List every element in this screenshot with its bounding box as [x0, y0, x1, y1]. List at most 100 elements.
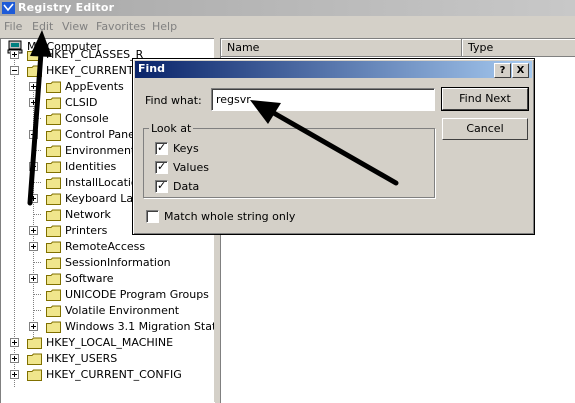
tree-item-label: Network	[65, 208, 111, 221]
menu-bar: File Edit View Favorites Help	[0, 17, 575, 37]
match-whole-string-checkbox[interactable]	[146, 210, 159, 223]
tree-connector	[33, 214, 41, 215]
menu-view[interactable]: View	[62, 20, 88, 33]
folder-icon	[46, 273, 61, 285]
find-next-button[interactable]: Find Next	[441, 87, 529, 111]
registry-editor-icon	[2, 2, 15, 14]
folder-icon	[27, 369, 42, 381]
close-button[interactable]: X	[512, 63, 529, 78]
tree-item-label: Identities	[65, 160, 117, 173]
tree-item[interactable]: Software	[1, 271, 213, 287]
folder-icon	[46, 129, 61, 141]
expand-icon[interactable]	[10, 370, 19, 379]
tree-item[interactable]: HKEY_LOCAL_MACHINE	[1, 335, 213, 351]
folder-icon	[46, 81, 61, 93]
column-header-type[interactable]: Type	[462, 39, 575, 57]
window-title-bar[interactable]: Registry Editor	[0, 0, 575, 16]
folder-icon	[46, 193, 61, 205]
tree-item[interactable]: UNICODE Program Groups	[1, 287, 213, 303]
tree-item-label: Volatile Environment	[65, 304, 180, 317]
folder-icon	[27, 337, 42, 349]
folder-icon	[46, 97, 61, 109]
tree-item-label: Console	[65, 112, 109, 125]
expand-icon[interactable]	[10, 50, 19, 59]
folder-icon	[27, 353, 42, 365]
folder-icon	[46, 209, 61, 221]
tree-item[interactable]: RemoteAccess	[1, 239, 213, 255]
folder-icon	[46, 289, 61, 301]
menu-favorites[interactable]: Favorites	[96, 20, 146, 33]
folder-icon	[27, 49, 42, 61]
folder-icon	[46, 305, 61, 317]
menu-edit[interactable]: Edit	[32, 20, 53, 33]
menu-file[interactable]: File	[4, 20, 22, 33]
values-checkbox[interactable]: ✓	[155, 160, 168, 174]
expand-icon[interactable]	[29, 130, 38, 139]
tree-item[interactable]: SessionInformation	[1, 255, 213, 271]
tree-connector	[33, 118, 41, 119]
tree-connector	[33, 310, 41, 311]
find-dialog-title-bar[interactable]: Find ? X	[135, 61, 532, 78]
checkmark-icon: ✓	[157, 141, 167, 154]
expand-icon[interactable]	[10, 338, 19, 347]
keys-checkbox[interactable]: ✓	[155, 141, 168, 155]
tree-connector	[33, 294, 41, 295]
expand-icon[interactable]	[29, 242, 38, 251]
help-button[interactable]: ?	[494, 63, 511, 78]
tree-item-label: HKEY_LOCAL_MACHINE	[46, 336, 174, 349]
expand-icon[interactable]	[29, 162, 38, 171]
expand-icon[interactable]	[29, 226, 38, 235]
checkmark-icon: ✓	[157, 179, 167, 192]
data-checkbox[interactable]: ✓	[155, 179, 168, 193]
tree-item[interactable]: HKEY_USERS	[1, 351, 213, 367]
keys-label: Keys	[173, 142, 199, 155]
folder-icon	[27, 65, 42, 77]
tree-connector	[33, 262, 41, 263]
folder-icon	[46, 145, 61, 157]
expand-icon[interactable]	[29, 274, 38, 283]
folder-icon	[46, 321, 61, 333]
tree-item[interactable]: Windows 3.1 Migration Status	[1, 319, 215, 335]
tree-item-label: HKEY_CURRENT_CONFIG	[46, 368, 182, 381]
expand-icon[interactable]	[29, 322, 38, 331]
tree-item-label: Printers	[65, 224, 108, 237]
tree-item-label: SessionInformation	[65, 256, 171, 269]
tree-item-label: HKEY_USERS	[46, 352, 118, 365]
values-label: Values	[173, 161, 209, 174]
expand-icon[interactable]	[10, 354, 19, 363]
find-dialog: Find ? X Find what: regsvr Find Next Can…	[132, 58, 535, 235]
expand-icon[interactable]	[29, 194, 38, 203]
data-label: Data	[173, 180, 200, 193]
folder-icon	[46, 257, 61, 269]
column-header-label: Name	[227, 41, 260, 54]
tree-item[interactable]: Volatile Environment	[1, 303, 213, 319]
window-title: Registry Editor	[18, 1, 115, 14]
look-at-label: Look at	[149, 122, 194, 135]
folder-icon	[46, 113, 61, 125]
folder-icon	[46, 177, 61, 189]
folder-icon	[46, 225, 61, 237]
expand-icon[interactable]	[29, 98, 38, 107]
tree-item-label: Control Panel	[65, 128, 138, 141]
tree-connector	[33, 182, 41, 183]
menu-help[interactable]: Help	[152, 20, 177, 33]
expand-icon[interactable]	[29, 82, 38, 91]
tree-connector	[33, 150, 41, 151]
find-what-input[interactable]: regsvr	[211, 88, 435, 111]
find-what-label: Find what:	[145, 94, 202, 107]
folder-icon	[46, 161, 61, 173]
find-dialog-title: Find	[138, 62, 165, 75]
folder-icon	[46, 241, 61, 253]
tree-item-label: Software	[65, 272, 114, 285]
column-header-label: Type	[468, 41, 494, 54]
cancel-button[interactable]: Cancel	[442, 118, 528, 140]
tree-item[interactable]: HKEY_CURRENT_CONFIG	[1, 367, 213, 383]
match-whole-string-label: Match whole string only	[164, 210, 296, 223]
column-header-name[interactable]: Name	[221, 39, 462, 57]
tree-item-label: HKEY_CLASSES_R	[46, 48, 144, 61]
tree-item-label: Windows 3.1 Migration Status	[65, 320, 215, 333]
collapse-icon[interactable]	[10, 66, 19, 75]
tree-item-label: Environment	[65, 144, 136, 157]
tree-item-label: CLSID	[65, 96, 98, 109]
tree-item-label: UNICODE Program Groups	[65, 288, 209, 301]
